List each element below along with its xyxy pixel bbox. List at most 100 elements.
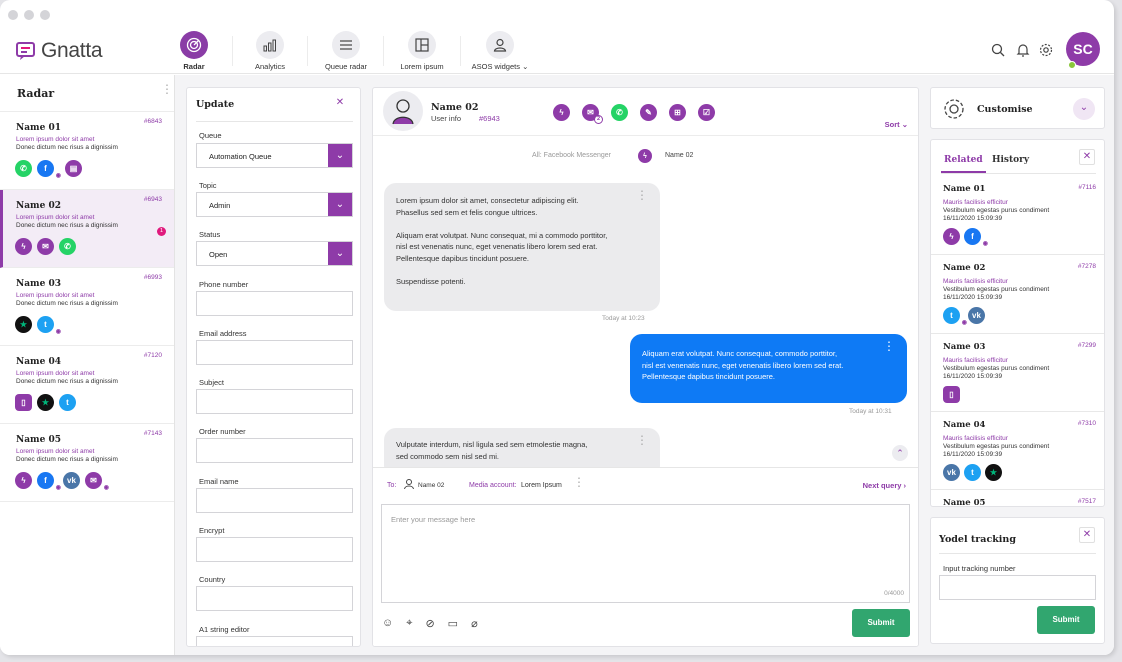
close-icon[interactable]: ✕ (1079, 149, 1095, 165)
message-options-icon[interactable]: ⋮ (883, 340, 895, 352)
message-line: nisl est venenatis nunc, eget venenatis … (396, 242, 598, 251)
yodel-submit-button[interactable]: Submit (1037, 606, 1095, 634)
related-item[interactable]: Name 02 #7278 Mauris facilisis efficitur… (931, 255, 1104, 334)
nav-queue-radar[interactable]: Queue radar (306, 31, 386, 71)
queue-select[interactable]: Automation Queue ⌄ (196, 143, 353, 168)
country-input[interactable] (196, 586, 353, 611)
nav-lorem-ipsum[interactable]: Lorem ipsum (382, 31, 462, 71)
tracking-number-input[interactable] (939, 575, 1096, 600)
encrypt-input[interactable] (196, 537, 353, 562)
pin-icon[interactable]: ⌖ (406, 617, 412, 630)
email-icon[interactable]: ✉ (37, 238, 54, 255)
close-dot[interactable] (8, 10, 18, 20)
related-item[interactable]: Name 04 #7310 Mauris facilisis efficitur… (931, 412, 1104, 490)
bell-icon[interactable] (1015, 42, 1031, 58)
messenger-icon[interactable]: ϟ (15, 472, 32, 489)
message-line (396, 264, 648, 276)
related-item[interactable]: Name 05 #7517 (931, 490, 1104, 506)
message-options-icon[interactable]: ⋮ (636, 189, 648, 201)
radar-item[interactable]: Name 01 #6843 Lorem ipsum dolor sit amet… (0, 112, 174, 190)
close-icon[interactable]: ✕ (332, 96, 348, 112)
vk-icon: vk (943, 464, 960, 481)
sort-dropdown[interactable]: Sort ⌄ (885, 120, 908, 129)
related-item[interactable]: Name 03 #7299 Mauris facilisis efficitur… (931, 334, 1104, 412)
grid-icon[interactable]: ⊞ (669, 104, 686, 121)
next-query-button[interactable]: Next query › (863, 481, 906, 490)
order-number-input[interactable] (196, 438, 353, 463)
task-icon[interactable]: ☑ (698, 104, 715, 121)
message-timestamp: Today at 10:23 (602, 315, 645, 322)
phone-number-input[interactable] (196, 291, 353, 316)
tab-related[interactable]: Related (944, 155, 983, 165)
status-select[interactable]: Open ⌄ (196, 241, 353, 266)
topic-select[interactable]: Admin ⌄ (196, 192, 353, 217)
related-item-date: 16/11/2020 15:09:39 (943, 451, 1003, 458)
twitter-icon[interactable]: t ◉ (37, 316, 61, 335)
edit-icon[interactable]: ✎ (640, 104, 657, 121)
related-item-subject: Mauris facilisis efficitur (943, 199, 1008, 206)
trustpilot-icon[interactable]: ★ (37, 394, 54, 411)
radar-item[interactable]: Name 05 #7143 Lorem ipsum dolor sit amet… (0, 424, 174, 502)
messenger-icon: ϟ (638, 149, 652, 163)
whatsapp-icon[interactable]: ✆ (611, 104, 628, 121)
whatsapp-icon[interactable]: ✆ (59, 238, 76, 255)
whatsapp-icon[interactable]: ✆ (15, 160, 32, 177)
emoji-icon[interactable]: ☺ (382, 617, 393, 630)
eye-icon: ◉ (55, 173, 61, 179)
radar-item[interactable]: Name 04 #7120 Lorem ipsum dolor sit amet… (0, 346, 174, 424)
channel-icons: vk t ★ (943, 464, 1002, 481)
messenger-icon[interactable]: ϟ (553, 104, 570, 121)
app-logo[interactable]: Gnatta (15, 39, 103, 63)
attachment-icon[interactable]: ⌀ (471, 617, 478, 630)
gear-icon[interactable] (1038, 42, 1054, 58)
twitter-icon[interactable]: t (59, 394, 76, 411)
more-options-icon[interactable]: ⋮ (573, 476, 585, 488)
minimize-dot[interactable] (24, 10, 34, 20)
close-icon[interactable]: ✕ (1079, 527, 1095, 543)
next-query-label: Next query (862, 481, 902, 490)
recipient-name: Name 02 (418, 482, 445, 489)
phone-icon[interactable]: ▯ (15, 394, 32, 411)
search-icon[interactable] (990, 42, 1006, 58)
link-icon[interactable]: ⊘ (425, 617, 434, 630)
email-name-input[interactable] (196, 488, 353, 513)
nav-radar[interactable]: Radar (154, 31, 234, 71)
radar-item[interactable]: Name 03 #6993 Lorem ipsum dolor sit amet… (0, 268, 174, 346)
nav-analytics[interactable]: Analytics (230, 31, 310, 71)
radar-item-subject: Lorem ipsum dolor sit amet (16, 370, 95, 377)
encrypt-label: Encrypt (199, 526, 225, 535)
message-options-icon[interactable]: ⋮ (636, 434, 648, 446)
related-item[interactable]: Name 01 #7116 Mauris facilisis efficitur… (931, 176, 1104, 255)
update-title: Update (196, 99, 235, 110)
submit-message-button[interactable]: Submit (852, 609, 910, 637)
comment-icon[interactable]: ▭ (448, 617, 458, 630)
email-icon[interactable]: ✉ 2 (582, 104, 603, 124)
contact-avatar (383, 91, 423, 131)
messenger-icon[interactable]: ϟ (15, 238, 32, 255)
chat-icon[interactable]: ▤ (65, 160, 82, 177)
message-input[interactable]: Enter your message here 0/4000 (381, 504, 910, 603)
tab-history[interactable]: History (992, 155, 1029, 165)
related-item-subject: Mauris facilisis efficitur (943, 278, 1008, 285)
trustpilot-icon[interactable]: ★ (15, 316, 32, 333)
status-label: Status (199, 230, 221, 239)
radar-item-name: Name 02 (16, 201, 61, 211)
messenger-icon: ϟ (943, 228, 960, 245)
vk-icon[interactable]: vk (63, 472, 80, 489)
radar-item-selected[interactable]: Name 02 #6943 Lorem ipsum dolor sit amet… (0, 190, 174, 268)
chevron-down-icon[interactable]: ⌄ (1073, 98, 1095, 120)
scroll-up-icon[interactable]: ⌃ (892, 445, 908, 461)
a1-string-editor-input[interactable] (196, 636, 353, 646)
email-address-input[interactable] (196, 340, 353, 365)
email-icon[interactable]: ✉ ◉ (85, 472, 109, 491)
maximize-dot[interactable] (40, 10, 50, 20)
queue-value: Automation Queue (209, 152, 272, 161)
facebook-icon: f ◉ (964, 228, 988, 247)
subject-input[interactable] (196, 389, 353, 414)
more-options-icon[interactable]: ⋮ (161, 83, 173, 95)
facebook-icon[interactable]: f ◉ (37, 472, 61, 491)
nav-asos-widgets[interactable]: ASOS widgets ⌄ (460, 31, 540, 71)
nav-radar-label: Radar (183, 62, 205, 71)
facebook-icon[interactable]: f ◉ (37, 160, 61, 179)
user-info-link[interactable]: User info (431, 114, 461, 123)
